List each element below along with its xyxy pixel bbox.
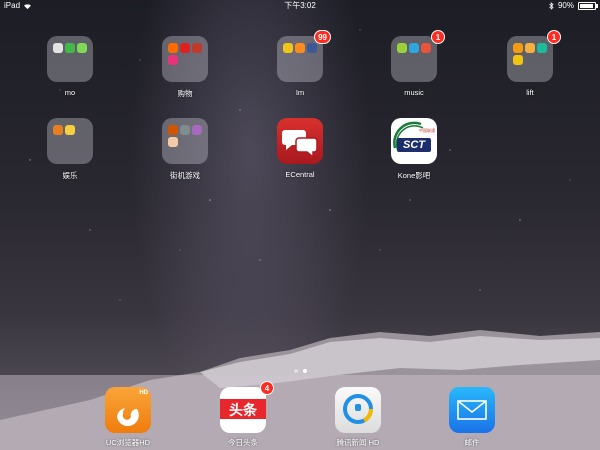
- app-label: 娱乐: [62, 171, 78, 180]
- folder-music[interactable]: 1 music: [374, 30, 454, 97]
- icon-text: 头条: [229, 402, 257, 418]
- folder-tile: 1: [507, 30, 561, 82]
- folder-lift[interactable]: 1 lift: [490, 30, 570, 97]
- app-label: 今日头条: [228, 438, 258, 447]
- folder-tile: [47, 118, 93, 164]
- mini-app-icon: [513, 43, 523, 53]
- app-kone[interactable]: 中国联通 SCT Kone影吧: [374, 118, 454, 181]
- mini-app-icon: [168, 43, 178, 53]
- page-indicator[interactable]: [0, 369, 600, 373]
- mini-app-icon: [65, 125, 75, 135]
- notification-badge: 4: [260, 381, 274, 395]
- dock-app-toutiao[interactable]: 头条 4 今日头条: [203, 381, 283, 448]
- mini-app-icon: [525, 43, 535, 53]
- mini-app-icon: [180, 125, 190, 135]
- mini-app-icon: [192, 125, 202, 135]
- battery-percent: 90%: [557, 1, 574, 10]
- mini-app-icon: [168, 137, 178, 147]
- page-dot[interactable]: [293, 369, 298, 373]
- mini-app-icon: [168, 125, 178, 135]
- logo-small-text: 中国联通: [419, 128, 435, 133]
- folder-mo[interactable]: mo: [30, 36, 110, 97]
- notification-badge: 1: [547, 30, 561, 44]
- app-label: music: [404, 88, 424, 97]
- chat-bubbles-glyph: [282, 130, 318, 159]
- logo-text: SCT: [403, 139, 425, 151]
- folder-tile: [162, 36, 208, 82]
- battery-icon: [578, 2, 598, 10]
- mini-app-icon: [307, 43, 317, 53]
- app-label: 腾讯新闻 HD: [336, 438, 380, 447]
- mini-app-icon: [513, 55, 523, 65]
- mail-icon: [449, 387, 495, 433]
- app-label: Im: [295, 88, 305, 97]
- mini-app-icon: [77, 43, 87, 53]
- app-label: mo: [64, 88, 76, 97]
- app-ecentral[interactable]: ECentral: [260, 118, 340, 179]
- mini-app-icon: [192, 43, 202, 53]
- status-bar: iPad 下午3:02 90%: [0, 0, 600, 12]
- mini-app-icon: [168, 55, 178, 65]
- app-label: 购物: [177, 89, 193, 98]
- app-label: UC浏览器HD: [105, 438, 151, 447]
- dock-app-uc-browser[interactable]: HD UC浏览器HD: [88, 387, 168, 448]
- folder-im[interactable]: 99 Im: [260, 30, 340, 97]
- mini-app-icon: [409, 43, 419, 53]
- mini-app-icon: [65, 43, 75, 53]
- icon-tag: HD: [139, 390, 148, 396]
- bluetooth-icon: [549, 2, 554, 10]
- folder-tile: 99: [277, 30, 331, 82]
- mini-app-icon: [53, 125, 63, 135]
- folder-arcade-games[interactable]: 街机游戏: [145, 118, 225, 181]
- folder-tile: [162, 118, 208, 164]
- mini-app-icon: [397, 43, 407, 53]
- mini-app-icon: [283, 43, 293, 53]
- dock-app-mail[interactable]: 邮件: [432, 387, 512, 448]
- chat-bubbles-icon: [277, 118, 323, 164]
- folder-tile: [47, 36, 93, 82]
- folder-shopping[interactable]: 购物: [145, 36, 225, 99]
- toutiao-icon: 头条 4: [220, 381, 274, 433]
- status-right: 90%: [549, 0, 598, 12]
- tencent-news-icon: [335, 387, 381, 433]
- notification-badge: 1: [431, 30, 445, 44]
- app-label: 邮件: [464, 438, 480, 447]
- sct-logo: 中国联通 SCT: [391, 118, 437, 164]
- mini-app-icon: [537, 43, 547, 53]
- mini-app-icon: [53, 43, 63, 53]
- status-time: 下午3:02: [284, 1, 316, 10]
- mini-app-icon: [180, 43, 190, 53]
- mini-app-icon: [421, 43, 431, 53]
- app-label: lift: [526, 88, 534, 97]
- page-dot-active[interactable]: [302, 369, 307, 373]
- folder-entertainment[interactable]: 娱乐: [30, 118, 110, 181]
- app-label: ECentral: [285, 170, 315, 179]
- envelope-glyph: [457, 400, 487, 420]
- tencent-news-glyph: [343, 394, 373, 424]
- battery-fill: [580, 4, 593, 8]
- app-label: Kone影吧: [397, 171, 431, 180]
- app-label: 街机游戏: [170, 171, 200, 180]
- folder-tile: 1: [391, 30, 445, 82]
- uc-browser-icon: HD: [105, 387, 151, 433]
- dock: HD UC浏览器HD 头条 4 今日头条 腾讯新闻 HD 邮件: [0, 375, 600, 450]
- mini-app-icon: [295, 43, 305, 53]
- notification-badge: 99: [314, 30, 331, 44]
- dock-app-tencent-news[interactable]: 腾讯新闻 HD: [318, 387, 398, 448]
